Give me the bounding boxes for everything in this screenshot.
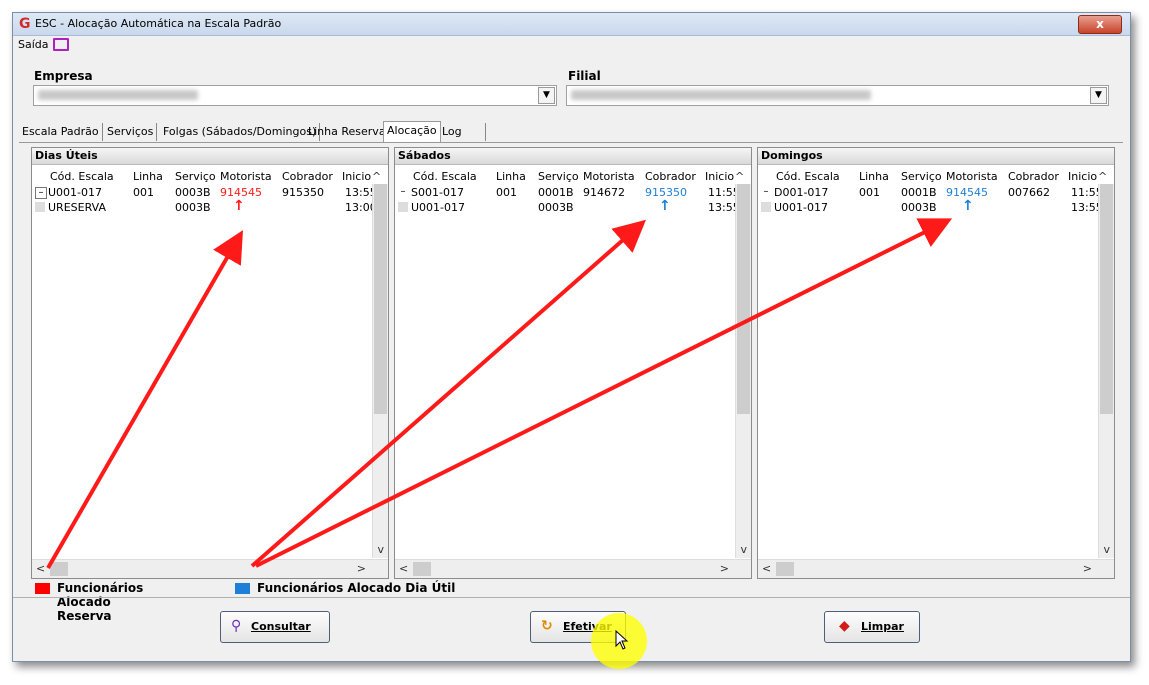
arrow-to-sabados: [250, 219, 647, 568]
arrow-to-domingos: [255, 218, 953, 568]
arrow-to-dias-uteis: [46, 230, 243, 569]
mouse-cursor-icon: [615, 630, 629, 650]
annotation-arrows: [46, 218, 953, 569]
